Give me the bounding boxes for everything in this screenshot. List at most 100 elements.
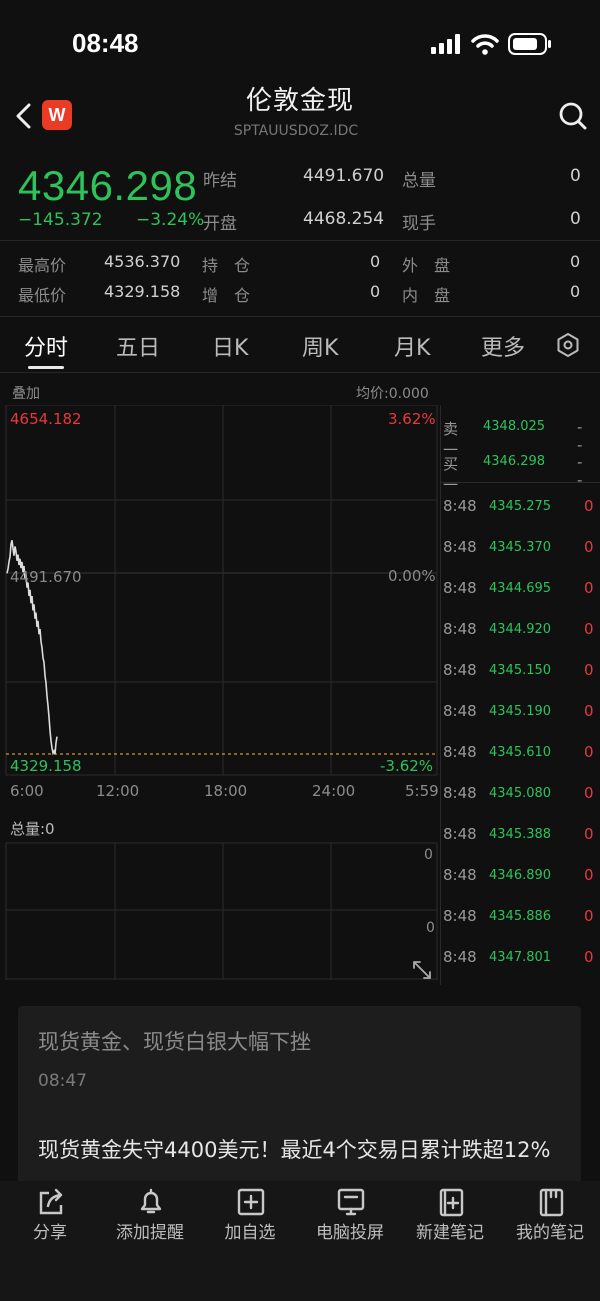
tick-time: 8:48 <box>443 497 477 515</box>
expand-icon[interactable] <box>410 958 434 982</box>
tab-five-day[interactable]: 五日 <box>116 330 160 362</box>
tick-price: 4345.388 <box>489 827 552 842</box>
low-label: 最低价 <box>18 286 67 305</box>
tick-volume: 0 <box>584 825 594 843</box>
share-button[interactable]: 分享 <box>0 1218 100 1243</box>
bid1-price: 4346.298 <box>483 454 546 469</box>
tick-volume: 0 <box>584 743 594 761</box>
intraday-chart[interactable] <box>0 405 440 980</box>
tab-monthly-k[interactable]: 月K <box>394 330 430 362</box>
tick-time: 8:48 <box>443 907 477 925</box>
tab-intraday[interactable]: 分时 <box>24 330 68 362</box>
ask1-volume: -- <box>577 418 583 454</box>
tick-price: 4345.370 <box>489 540 552 555</box>
volume-grid <box>5 842 438 980</box>
chart-settings-icon[interactable] <box>554 331 582 359</box>
symbol-code: SPTAUUSDOZ.IDC <box>233 123 359 139</box>
y-axis-top-price: 4654.182 <box>10 410 82 428</box>
news-headline[interactable]: 现货黄金、现货白银大幅下挫 <box>38 1026 311 1056</box>
search-icon[interactable] <box>558 100 588 132</box>
tick-time: 8:48 <box>443 661 477 679</box>
share-icon[interactable] <box>36 1187 66 1217</box>
inner-value: 0 <box>570 282 581 301</box>
tick-time: 8:48 <box>443 743 477 761</box>
divider <box>0 372 600 373</box>
page-title: 伦敦金现 <box>245 86 354 116</box>
tick-time: 8:48 <box>443 948 477 966</box>
tab-daily-k[interactable]: 日K <box>212 330 248 362</box>
position-value: 0 <box>370 252 381 271</box>
total-volume-value: 0 <box>570 166 581 186</box>
tick-price: 4345.190 <box>489 704 552 719</box>
tick-price: 4345.275 <box>489 499 552 514</box>
volume-axis-mid: 0 <box>426 920 435 936</box>
battery-icon <box>508 33 551 55</box>
new-note-icon[interactable] <box>436 1187 466 1217</box>
tick-volume: 0 <box>584 579 594 597</box>
x-tick: 18:00 <box>204 782 248 800</box>
outer-value: 0 <box>570 252 581 271</box>
news-time: 08:47 <box>38 1071 87 1091</box>
add-watchlist-button[interactable]: 加自选 <box>200 1218 300 1243</box>
tick-price: 4345.080 <box>489 786 552 801</box>
average-price-label: 均价:0.000 <box>356 386 429 402</box>
tab-more[interactable]: 更多 <box>481 330 525 362</box>
panel-divider <box>440 405 441 985</box>
add-watchlist-icon[interactable] <box>236 1187 266 1217</box>
my-notes-button[interactable]: 我的笔记 <box>500 1218 600 1243</box>
volume-axis-top: 0 <box>424 847 433 863</box>
add-alert-button[interactable]: 添加提醒 <box>100 1218 200 1243</box>
new-note-button[interactable]: 新建笔记 <box>400 1218 500 1243</box>
tick-volume: 0 <box>584 661 594 679</box>
chart-grid <box>5 405 438 776</box>
tick-volume: 0 <box>584 948 594 966</box>
increase-value: 0 <box>370 282 381 301</box>
inner-label: 内 盘 <box>402 286 451 305</box>
prev-close-label: 昨结 <box>203 171 237 191</box>
tick-price: 4345.610 <box>489 745 552 760</box>
tick-time: 8:48 <box>443 538 477 556</box>
x-tick: 12:00 <box>96 782 140 800</box>
bell-icon[interactable] <box>136 1187 166 1217</box>
tick-time: 8:48 <box>443 579 477 597</box>
prev-close-value: 4491.670 <box>303 166 385 186</box>
overlay-button[interactable]: 叠加 <box>12 383 40 403</box>
tick-price: 4344.695 <box>489 581 552 596</box>
divider <box>0 240 600 241</box>
ask1-price: 4348.025 <box>483 419 546 434</box>
y-axis-bottom-pct: -3.62% <box>380 757 434 775</box>
y-axis-mid-pct: 0.00% <box>388 567 436 585</box>
high-value: 4536.370 <box>104 252 181 271</box>
price-change-pct: −3.24% <box>136 210 205 230</box>
tab-weekly-k[interactable]: 周K <box>302 330 338 362</box>
open-label: 开盘 <box>203 214 237 234</box>
tick-volume: 0 <box>584 907 594 925</box>
increase-label: 增 仓 <box>202 286 251 305</box>
outer-label: 外 盘 <box>402 256 451 275</box>
current-hand-label: 现手 <box>402 214 436 234</box>
notebook-icon[interactable] <box>536 1187 566 1217</box>
tick-time: 8:48 <box>443 620 477 638</box>
y-axis-top-pct: 3.62% <box>388 410 436 428</box>
tick-time: 8:48 <box>443 825 477 843</box>
position-label: 持 仓 <box>202 256 251 275</box>
screen-cast-icon[interactable] <box>336 1187 366 1217</box>
active-tab-indicator <box>28 366 64 369</box>
news-headline[interactable]: 现货黄金失守4400美元！最近4个交易日累计跌超12% <box>38 1134 568 1166</box>
tick-price: 4346.890 <box>489 868 552 883</box>
low-value: 4329.158 <box>104 282 181 301</box>
wifi-icon <box>471 34 499 55</box>
tick-volume: 0 <box>584 620 594 638</box>
tick-volume: 0 <box>584 538 594 556</box>
signal-icon <box>431 34 460 54</box>
tick-time: 8:48 <box>443 702 477 720</box>
total-volume-label: 总量 <box>402 171 436 191</box>
tick-volume: 0 <box>584 784 594 802</box>
current-hand-value: 0 <box>570 209 581 229</box>
tick-price: 4344.920 <box>489 622 552 637</box>
tick-time: 8:48 <box>443 866 477 884</box>
screen-cast-button[interactable]: 电脑投屏 <box>300 1218 400 1243</box>
high-label: 最高价 <box>18 256 67 275</box>
tick-price: 4345.150 <box>489 663 552 678</box>
volume-label: 总量:0 <box>10 820 55 838</box>
